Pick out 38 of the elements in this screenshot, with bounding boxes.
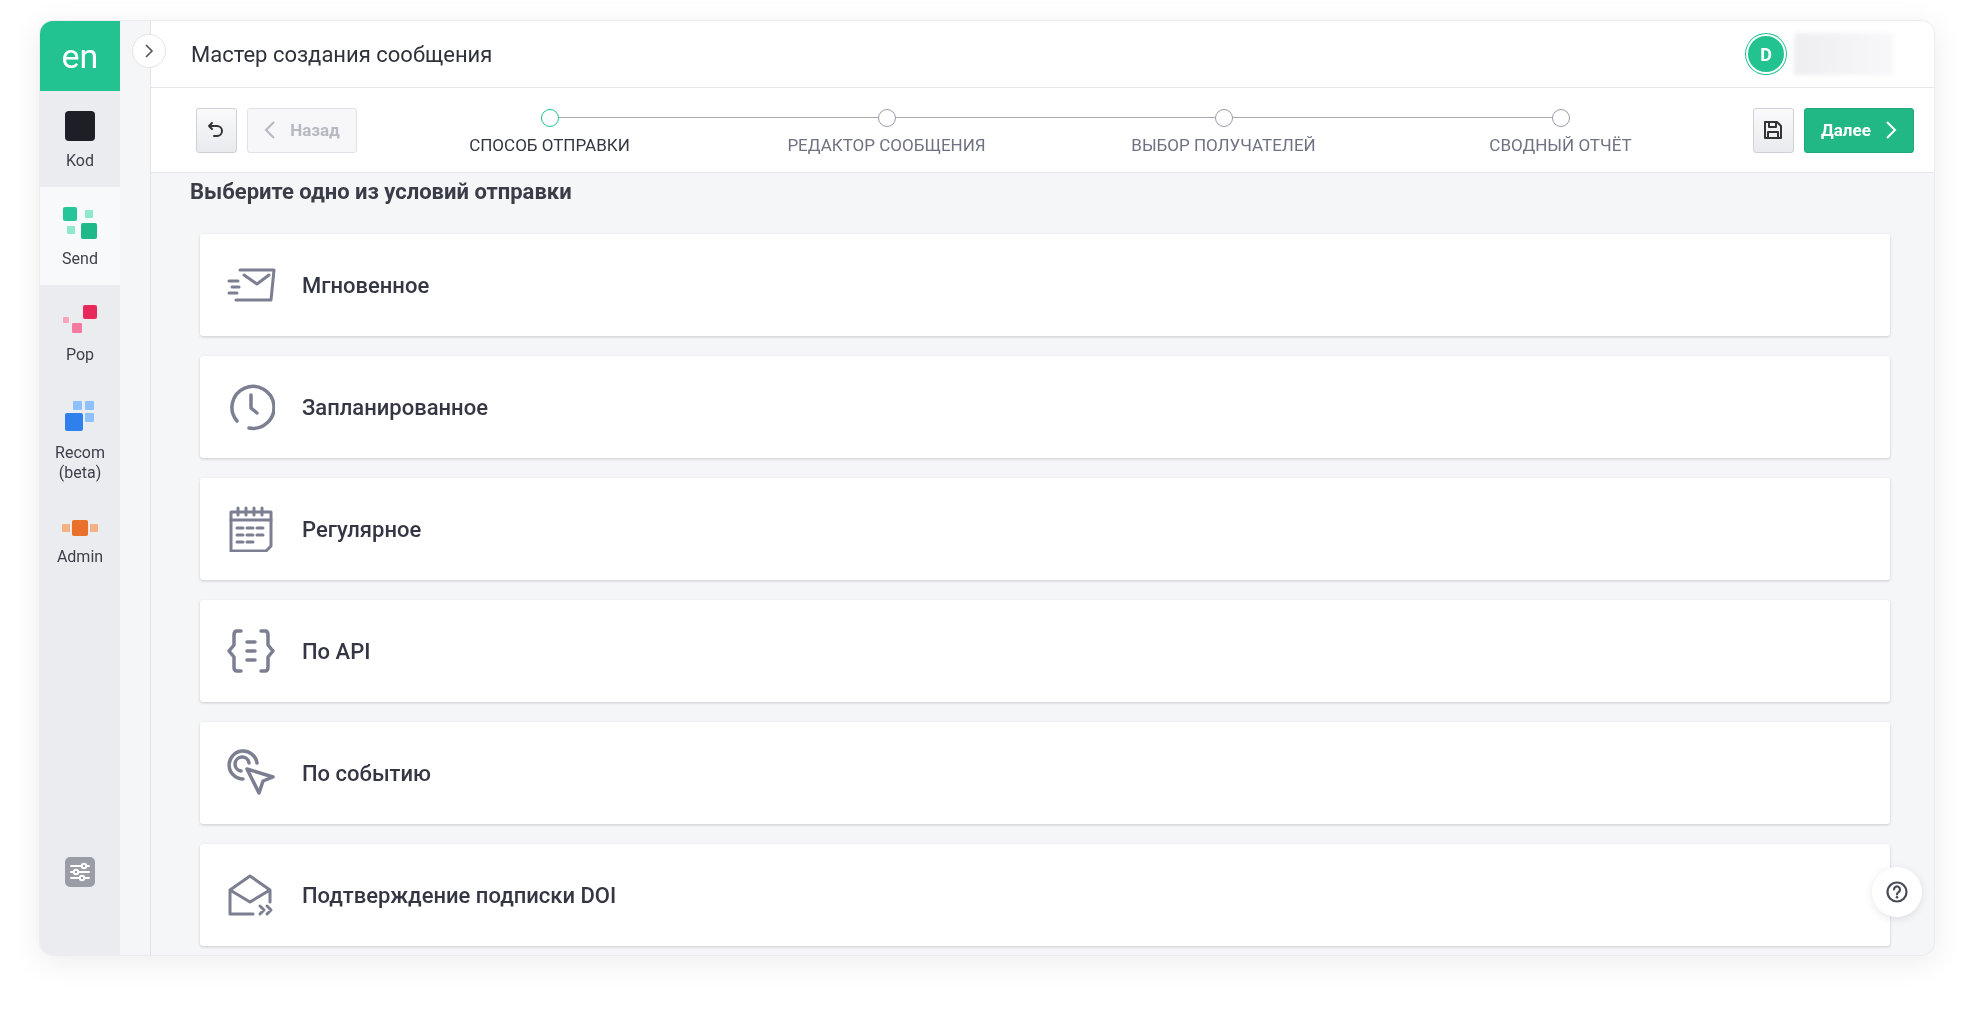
chevron-right-icon [1884,120,1897,140]
option-card[interactable]: Регулярное [200,478,1890,580]
help-icon [1886,881,1908,903]
option-card[interactable]: Подтверждение подписки DOI [200,844,1890,946]
squares-icon [62,519,98,537]
sliders-icon[interactable] [65,857,95,887]
sidebar-item[interactable]: Pop [40,285,120,381]
chevron-left-icon [264,120,277,140]
section-heading: Выберите одно из условий отправки [190,179,573,204]
sidebar-item[interactable]: Recom (beta) [40,381,120,499]
step-label: СВОДНЫЙ ОТЧЁТ [1489,135,1632,155]
option-card[interactable]: Запланированное [200,356,1890,458]
squares-icon [63,207,97,239]
square-icon [65,111,95,141]
step-label: РЕДАКТОР СООБЩЕНИЯ [787,135,986,155]
squares-icon [63,305,97,335]
braces-icon [227,628,275,674]
clock-icon [227,383,275,431]
squares-icon [63,401,97,433]
option-card[interactable]: По API [200,600,1890,702]
step-label: ВЫБОР ПОЛУЧАТЕЛЕЙ [1131,135,1316,155]
calendar-icon [228,506,274,552]
save-button[interactable] [1753,107,1794,153]
page-title: Мастер создания сообщения [191,41,494,67]
option-card[interactable]: Мгновенное [200,234,1890,336]
option-card[interactable]: По событию [200,722,1890,824]
sidebar-item[interactable]: Admin [40,499,120,583]
undo-icon [207,121,226,139]
step-label: СПОСОБ ОТПРАВКИ [469,135,630,155]
envelope-icon [226,267,276,303]
expand-button[interactable] [132,34,166,68]
chevron-right-icon [144,43,154,59]
open-envelope-icon [227,872,275,918]
cursor-target-icon [227,749,275,797]
sidebar-item[interactable]: Send [40,187,120,285]
help-button[interactable] [1872,867,1922,917]
undo-button[interactable] [196,107,237,153]
sidebar-item[interactable]: Kod [40,91,120,187]
